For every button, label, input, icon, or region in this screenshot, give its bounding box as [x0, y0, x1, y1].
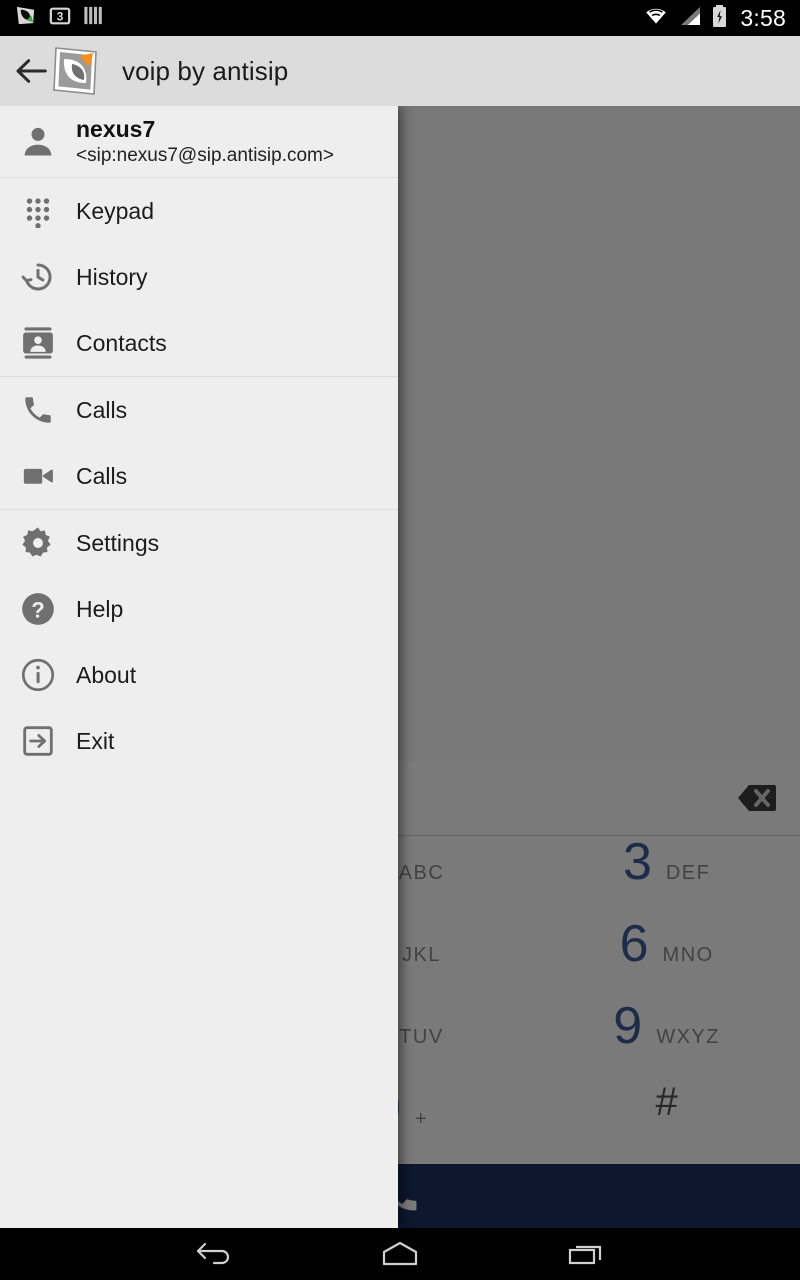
history-clock-icon: [18, 259, 58, 295]
sidebar-item-label: About: [76, 661, 137, 688]
sidebar-item-exit[interactable]: Exit: [0, 708, 398, 774]
sidebar-item-about[interactable]: About: [0, 642, 398, 708]
sidebar-item-help[interactable]: ? Help: [0, 576, 398, 642]
system-navigation-bar: [0, 1228, 800, 1280]
keypad-dots-icon: [18, 194, 58, 228]
sidebar-item-label: Contacts: [76, 329, 167, 356]
cellular-signal-icon: [678, 5, 702, 32]
key-letters: ABC: [398, 862, 445, 884]
sidebar-item-label: Calls: [76, 462, 128, 489]
account-sip-uri: <sip:nexus7@sip.antisip.com>: [76, 144, 334, 166]
antisip-logo-icon: [46, 42, 104, 100]
key-digit: 3: [622, 833, 652, 891]
nav-back-icon[interactable]: [186, 1234, 242, 1274]
dialpad-key-3[interactable]: 3 DEF: [533, 836, 800, 918]
backspace-icon[interactable]: [722, 776, 778, 820]
drawer-account-header[interactable]: nexus7 <sip:nexus7@sip.antisip.com>: [0, 106, 398, 178]
key-digit: 6: [619, 915, 649, 973]
wifi-icon: [643, 5, 669, 32]
key-letters: WXYZ: [656, 1026, 720, 1048]
app-notification-icon: [14, 4, 37, 32]
sidebar-item-contacts[interactable]: Contacts: [0, 310, 398, 376]
status-bar-notifications: 3: [14, 4, 103, 32]
dialpad-key-6[interactable]: 6 MNO: [533, 918, 800, 1000]
status-bar-system: 3:58: [643, 4, 786, 33]
back-arrow-icon[interactable]: [12, 52, 50, 90]
sidebar-item-label: Exit: [76, 727, 115, 754]
drawer-group-navigation: Keypad History Contacts: [0, 178, 398, 376]
navigation-drawer[interactable]: nexus7 <sip:nexus7@sip.antisip.com> Keyp…: [0, 106, 398, 1228]
exit-arrow-icon: [18, 724, 58, 758]
key-letters: DEF: [665, 862, 711, 884]
status-bar: 3 3:58: [0, 0, 800, 36]
drawer-group-calls: Calls Calls: [0, 377, 398, 509]
info-circle-icon: [18, 656, 58, 694]
dialpad-key-hash[interactable]: #: [533, 1082, 800, 1164]
sidebar-item-label: Calls: [76, 396, 128, 423]
svg-text:?: ?: [31, 597, 45, 622]
key-letters: JKL: [401, 944, 441, 966]
sidebar-item-label: History: [76, 263, 148, 290]
phone-icon: [18, 393, 58, 427]
account-name: nexus7: [76, 115, 156, 142]
drawer-group-system: Settings ? Help About Exit: [0, 510, 398, 774]
svg-text:3: 3: [57, 9, 64, 23]
person-icon: [18, 123, 58, 161]
app-action-bar: voip by antisip: [0, 36, 800, 106]
contacts-card-icon: [18, 326, 58, 360]
sidebar-item-label: Help: [76, 595, 124, 622]
dialpad-key-9[interactable]: 9 WXYZ: [533, 1000, 800, 1082]
key-letters: TUV: [399, 1026, 444, 1048]
nav-home-icon[interactable]: [372, 1234, 428, 1274]
page-title: voip by antisip: [122, 55, 289, 86]
sidebar-item-settings[interactable]: Settings: [0, 510, 398, 576]
sidebar-item-label: Settings: [76, 529, 160, 556]
sms-count-icon: 3: [49, 5, 71, 32]
sidebar-item-video-calls[interactable]: Calls: [0, 443, 398, 509]
gear-icon: [18, 525, 58, 561]
status-bar-clock: 3:58: [740, 4, 786, 31]
key-digit: #: [655, 1080, 678, 1124]
key-digit: 9: [613, 997, 643, 1055]
sidebar-item-keypad[interactable]: Keypad: [0, 178, 398, 244]
sidebar-item-label: Keypad: [76, 197, 155, 224]
battery-charging-icon: [711, 4, 728, 33]
sidebar-item-history[interactable]: History: [0, 244, 398, 310]
help-question-icon: ?: [18, 590, 58, 628]
video-camera-icon: [18, 459, 58, 493]
key-letters: +: [414, 1108, 429, 1130]
nav-recents-icon[interactable]: [558, 1234, 614, 1274]
signal-bars-icon: [83, 4, 103, 32]
key-letters: MNO: [662, 944, 714, 966]
sidebar-item-audio-calls[interactable]: Calls: [0, 377, 398, 443]
